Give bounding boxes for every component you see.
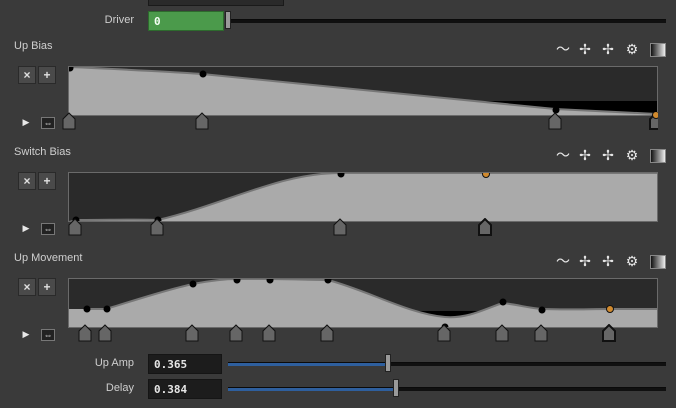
driver-slider-track[interactable] <box>228 19 666 23</box>
add-point-button[interactable]: + <box>38 66 56 84</box>
up-amp-label: Up Amp <box>94 357 134 369</box>
ramp-handles[interactable] <box>58 112 658 132</box>
ramp-curve <box>69 67 657 115</box>
ramp-point[interactable] <box>482 173 490 178</box>
curve-icon[interactable]: 〜 <box>554 40 572 58</box>
gradient-icon[interactable] <box>650 255 666 269</box>
curve-icon[interactable]: 〜 <box>554 146 572 164</box>
top-field[interactable] <box>148 0 284 6</box>
ramp-curve <box>69 173 657 221</box>
play-icon[interactable]: ▶ <box>20 329 32 339</box>
delete-point-button[interactable]: × <box>18 66 36 84</box>
delay-label: Delay <box>105 382 134 394</box>
ramp-point[interactable] <box>606 305 614 313</box>
up-amp-field[interactable]: 0.365 <box>148 354 222 374</box>
delay-field[interactable]: 0.384 <box>148 379 222 399</box>
add-point-button[interactable]: + <box>38 278 56 296</box>
move-vertical-icon[interactable]: ✢ <box>599 252 617 270</box>
ramp-plot[interactable] <box>68 66 658 116</box>
delay-slider-fill <box>228 388 396 391</box>
up-amp-slider-fill <box>228 363 388 366</box>
ramp-point[interactable] <box>199 70 207 78</box>
move-horizontal-icon[interactable]: ✢ <box>576 252 594 270</box>
ramp-handles[interactable] <box>58 324 658 344</box>
gradient-icon[interactable] <box>650 43 666 57</box>
move-vertical-icon[interactable]: ✢ <box>599 40 617 58</box>
expand-icon[interactable]: ⇔ <box>41 329 55 341</box>
ramp-label: Up Bias <box>14 40 53 52</box>
expand-icon[interactable]: ⇔ <box>41 117 55 129</box>
ramp-plot[interactable] <box>68 278 658 328</box>
ramp-point[interactable] <box>189 280 197 288</box>
gradient-icon[interactable] <box>650 149 666 163</box>
play-icon[interactable]: ▶ <box>20 223 32 233</box>
add-point-button[interactable]: + <box>38 172 56 190</box>
curve-icon[interactable]: 〜 <box>554 252 572 270</box>
ramp-label: Up Movement <box>14 252 83 264</box>
ramp-handles[interactable] <box>58 218 658 238</box>
ramp-curve <box>69 279 657 327</box>
up-amp-slider-handle[interactable] <box>385 354 391 372</box>
delete-point-button[interactable]: × <box>18 278 36 296</box>
ramp-point[interactable] <box>499 298 507 306</box>
gear-icon[interactable]: ⚙ <box>623 146 641 164</box>
ramp-point[interactable] <box>83 305 91 313</box>
gear-icon[interactable]: ⚙ <box>623 252 641 270</box>
move-vertical-icon[interactable]: ✢ <box>599 146 617 164</box>
ramp-point[interactable] <box>103 305 111 313</box>
move-horizontal-icon[interactable]: ✢ <box>576 146 594 164</box>
driver-label: Driver <box>104 14 134 26</box>
gear-icon[interactable]: ⚙ <box>623 40 641 58</box>
driver-slider-handle[interactable] <box>225 11 231 29</box>
move-horizontal-icon[interactable]: ✢ <box>576 40 594 58</box>
driver-field[interactable]: 0 <box>148 11 224 31</box>
expand-icon[interactable]: ⇔ <box>41 223 55 235</box>
ramp-label: Switch Bias <box>14 146 71 158</box>
delay-slider-handle[interactable] <box>393 379 399 397</box>
ramp-point[interactable] <box>538 306 546 314</box>
ramp-plot[interactable] <box>68 172 658 222</box>
delete-point-button[interactable]: × <box>18 172 36 190</box>
play-icon[interactable]: ▶ <box>20 117 32 127</box>
